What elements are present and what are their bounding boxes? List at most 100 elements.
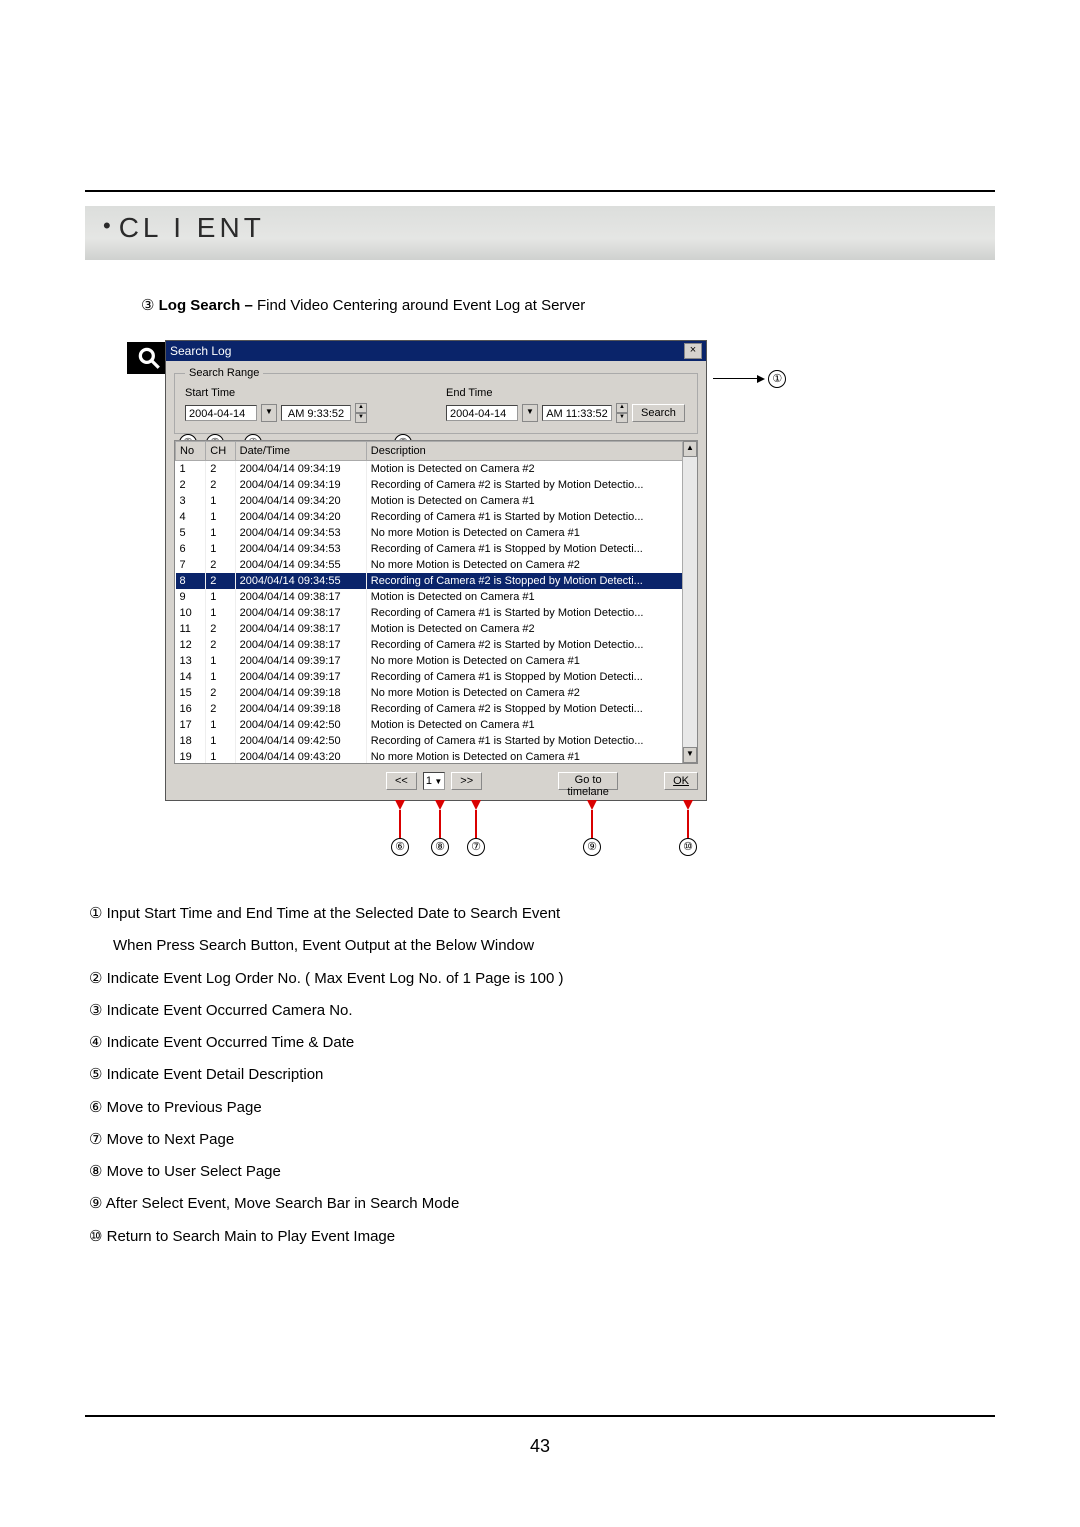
legend-6: ⑥ Move to Previous Page [89,1095,995,1121]
cell-no: 2 [176,477,206,493]
table-row[interactable]: 1912004/04/14 09:43:20No more Motion is … [176,749,683,764]
cell-dt: 2004/04/14 09:34:19 [235,461,366,478]
table-row[interactable]: 722004/04/14 09:34:55No more Motion is D… [176,557,683,573]
end-date-input[interactable]: 2004-04-14 [446,405,518,421]
end-time-input[interactable]: AM 11:33:52 [542,405,612,421]
cell-dt: 2004/04/14 09:39:17 [235,653,366,669]
log-table[interactable]: No CH Date/Time Description 122004/04/14… [175,441,683,764]
callout-10-arrow: ⑩ [679,800,697,856]
search-log-dialog: Search Log × Search Range Start Time 200… [165,340,707,801]
page-select-value: 1 [426,775,435,787]
cell-dt: 2004/04/14 09:42:50 [235,717,366,733]
legend-10: ⑩ Return to Search Main to Play Event Im… [89,1224,995,1250]
page-number: 43 [0,1436,1080,1457]
col-no[interactable]: No [176,442,206,461]
cell-no: 11 [176,621,206,637]
legend: ① Input Start Time and End Time at the S… [89,901,995,1250]
cell-desc: Motion is Detected on Camera #2 [366,461,682,478]
start-spin-up[interactable]: ▲ [355,403,367,413]
callout-6-arrow: ⑥ [391,800,409,856]
legend-1b: When Press Search Button, Event Output a… [89,933,995,959]
table-row[interactable]: 1222004/04/14 09:38:17Recording of Camer… [176,637,683,653]
top-rule [85,190,995,192]
end-time-label: End Time [446,387,687,399]
cell-ch: 2 [206,557,235,573]
table-row[interactable]: 1412004/04/14 09:39:17Recording of Camer… [176,669,683,685]
start-time-input[interactable]: AM 9:33:52 [281,405,351,421]
cell-ch: 2 [206,685,235,701]
table-row[interactable]: 122004/04/14 09:34:19Motion is Detected … [176,461,683,478]
dialog-title: Search Log [170,344,684,358]
table-scrollbar[interactable]: ▲ ▼ [682,441,697,763]
prev-page-button[interactable]: << [386,772,417,790]
page-select[interactable]: 1 ▼ [423,772,445,790]
cell-desc: Recording of Camera #2 is Started by Mot… [366,637,682,653]
section-title-text: CL I ENT [119,212,265,243]
callout-7: ⑦ [467,838,485,856]
start-date-input[interactable]: 2004-04-14 [185,405,257,421]
table-row[interactable]: 1712004/04/14 09:42:50Motion is Detected… [176,717,683,733]
cell-dt: 2004/04/14 09:34:53 [235,541,366,557]
caption: ③ Log Search – Find Video Centering arou… [141,296,995,314]
cell-ch: 1 [206,733,235,749]
scroll-down-icon[interactable]: ▼ [683,747,697,763]
table-row[interactable]: 222004/04/14 09:34:19Recording of Camera… [176,477,683,493]
cell-dt: 2004/04/14 09:34:55 [235,557,366,573]
figure-area: Search Log × Search Range Start Time 200… [165,340,785,801]
cell-no: 4 [176,509,206,525]
cell-ch: 2 [206,477,235,493]
start-time-spinner[interactable]: ▲ ▼ [355,403,367,423]
cell-ch: 2 [206,621,235,637]
cell-desc: Motion is Detected on Camera #2 [366,621,682,637]
search-range-legend: Search Range [185,367,263,379]
end-time-spinner[interactable]: ▲ ▼ [616,403,628,423]
cell-no: 3 [176,493,206,509]
scroll-up-icon[interactable]: ▲ [683,441,697,457]
start-time-label: Start Time [185,387,426,399]
start-spin-down[interactable]: ▼ [355,413,367,423]
caption-bold: Log Search – [159,297,253,314]
go-to-timelane-button[interactable]: Go to timelane [558,772,618,790]
next-page-button[interactable]: >> [451,772,482,790]
table-row[interactable]: 512004/04/14 09:34:53No more Motion is D… [176,525,683,541]
col-datetime[interactable]: Date/Time [235,442,366,461]
table-row[interactable]: 612004/04/14 09:34:53Recording of Camera… [176,541,683,557]
table-row[interactable]: 1122004/04/14 09:38:17Motion is Detected… [176,621,683,637]
start-date-dropdown[interactable]: ▼ [261,404,277,422]
table-row[interactable]: 1622004/04/14 09:39:18Recording of Camer… [176,701,683,717]
col-description[interactable]: Description [366,442,682,461]
cell-dt: 2004/04/14 09:42:50 [235,733,366,749]
caption-number: ③ [141,297,154,314]
cell-desc: Recording of Camera #1 is Stopped by Mot… [366,669,682,685]
cell-ch: 1 [206,589,235,605]
cell-dt: 2004/04/14 09:38:17 [235,589,366,605]
table-row[interactable]: 1522004/04/14 09:39:18No more Motion is … [176,685,683,701]
cell-dt: 2004/04/14 09:34:19 [235,477,366,493]
table-row[interactable]: 822004/04/14 09:34:55Recording of Camera… [176,573,683,589]
cell-dt: 2004/04/14 09:38:17 [235,637,366,653]
col-ch[interactable]: CH [206,442,235,461]
table-row[interactable]: 1812004/04/14 09:42:50Recording of Camer… [176,733,683,749]
cell-ch: 1 [206,493,235,509]
callout-8-arrow: ⑧ [431,800,449,856]
close-button[interactable]: × [684,343,702,359]
pager-bar: << 1 ▼ >> Go to timelane OK [174,772,698,790]
titlebar: Search Log × [166,341,706,361]
table-row[interactable]: 912004/04/14 09:38:17Motion is Detected … [176,589,683,605]
cell-ch: 2 [206,701,235,717]
cell-desc: No more Motion is Detected on Camera #1 [366,653,682,669]
table-row[interactable]: 312004/04/14 09:34:20Motion is Detected … [176,493,683,509]
end-spin-up[interactable]: ▲ [616,403,628,413]
legend-4: ④ Indicate Event Occurred Time & Date [89,1030,995,1056]
end-date-dropdown[interactable]: ▼ [522,404,538,422]
ok-button[interactable]: OK [664,772,698,790]
search-button[interactable]: Search [632,404,685,422]
table-row[interactable]: 1312004/04/14 09:39:17No more Motion is … [176,653,683,669]
log-table-wrap: No CH Date/Time Description 122004/04/14… [174,440,698,764]
table-row[interactable]: 412004/04/14 09:34:20Recording of Camera… [176,509,683,525]
cell-desc: Recording of Camera #2 is Stopped by Mot… [366,701,682,717]
table-row[interactable]: 1012004/04/14 09:38:17Recording of Camer… [176,605,683,621]
legend-3: ③ Indicate Event Occurred Camera No. [89,998,995,1024]
cell-no: 15 [176,685,206,701]
end-spin-down[interactable]: ▼ [616,413,628,423]
